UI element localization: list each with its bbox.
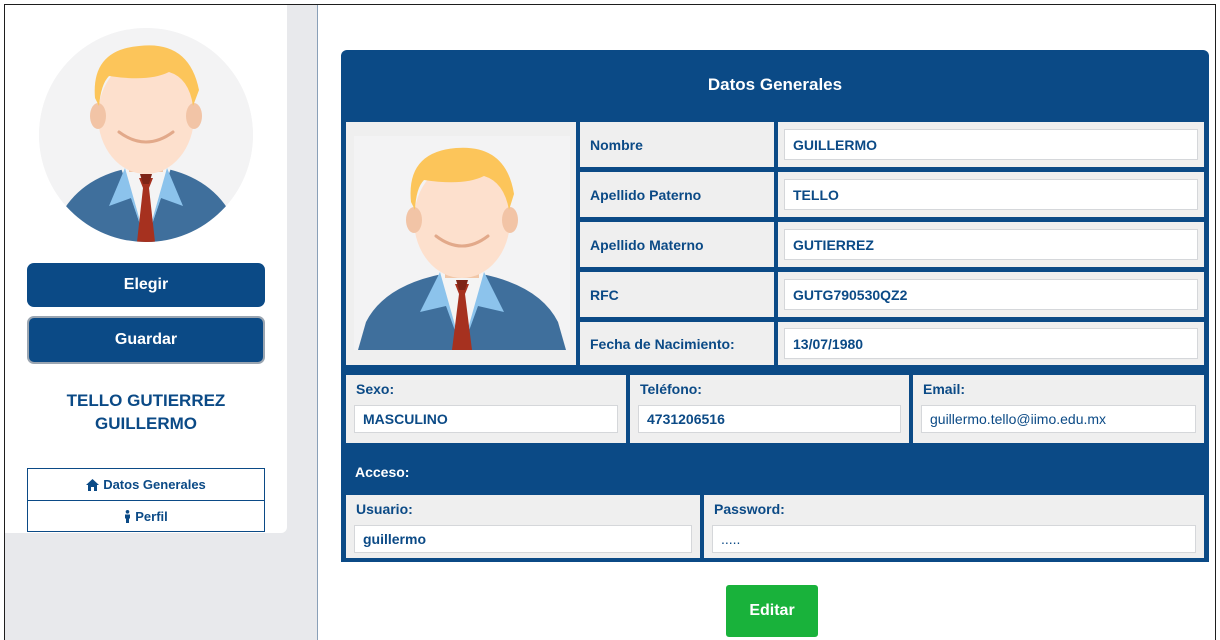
- value-cell-rfc: GUTG790530QZ2: [778, 272, 1204, 317]
- usuario-field[interactable]: guillermo: [354, 525, 692, 553]
- general-data-panel: Datos Generales Nombre GUILLERMO Apellid…: [341, 50, 1209, 562]
- email-field[interactable]: guillermo.tello@iimo.edu.mx: [921, 405, 1196, 433]
- password-cell: Password: .....: [704, 495, 1204, 558]
- value-cell-apellido-materno: GUTIERREZ: [778, 222, 1204, 267]
- sidebar: Elegir Guardar TELLO GUTIERREZ GUILLERMO…: [5, 5, 318, 640]
- email-label: Email:: [923, 381, 966, 397]
- choose-photo-button[interactable]: Elegir: [27, 263, 265, 307]
- telefono-label: Teléfono:: [640, 381, 702, 397]
- email-cell: Email: guillermo.tello@iimo.edu.mx: [913, 375, 1204, 443]
- access-section-label: Acceso:: [355, 464, 410, 480]
- label-rfc: RFC: [580, 272, 774, 317]
- label-fecha-nacimiento: Fecha de Nacimiento:: [580, 322, 774, 365]
- password-field[interactable]: .....: [712, 525, 1196, 553]
- sexo-field[interactable]: MASCULINO: [354, 405, 618, 433]
- app-window: Elegir Guardar TELLO GUTIERREZ GUILLERMO…: [4, 4, 1216, 640]
- person-photo-icon: [354, 136, 570, 350]
- rfc-field[interactable]: GUTG790530QZ2: [784, 279, 1198, 310]
- edit-button[interactable]: Editar: [726, 585, 818, 637]
- photo-cell: [346, 122, 576, 365]
- value-cell-apellido-paterno: TELLO: [778, 172, 1204, 217]
- save-button[interactable]: Guardar: [27, 316, 265, 364]
- nombre-field[interactable]: GUILLERMO: [784, 129, 1198, 160]
- sidebar-item-datos-generales[interactable]: Datos Generales: [28, 469, 264, 500]
- usuario-cell: Usuario: guillermo: [346, 495, 700, 558]
- panel-title: Datos Generales: [707, 75, 843, 94]
- label-apellido-paterno: Apellido Paterno: [580, 172, 774, 217]
- value-cell-fecha-nacimiento: 13/07/1980: [778, 322, 1204, 365]
- sidebar-card: Elegir Guardar TELLO GUTIERREZ GUILLERMO…: [5, 5, 287, 533]
- person-icon: [124, 509, 131, 523]
- label-nombre: Nombre: [580, 122, 774, 167]
- password-label: Password:: [714, 501, 785, 517]
- sidebar-item-perfil[interactable]: Perfil: [28, 500, 264, 531]
- apellido-paterno-field[interactable]: TELLO: [784, 179, 1198, 210]
- telefono-cell: Teléfono: 4731206516: [630, 375, 909, 443]
- value-cell-nombre: GUILLERMO: [778, 122, 1204, 167]
- person-avatar-icon: [39, 28, 253, 242]
- sidebar-nav: Datos Generales Perfil: [27, 468, 265, 532]
- sidebar-item-label: Datos Generales: [103, 477, 206, 492]
- telefono-field[interactable]: 4731206516: [638, 405, 901, 433]
- user-full-name: TELLO GUTIERREZ GUILLERMO: [66, 391, 226, 433]
- sexo-label: Sexo:: [356, 381, 395, 397]
- apellido-materno-field[interactable]: GUTIERREZ: [784, 229, 1198, 260]
- home-icon: [86, 478, 100, 491]
- sexo-cell: Sexo: MASCULINO: [346, 375, 626, 443]
- label-apellido-materno: Apellido Materno: [580, 222, 774, 267]
- fecha-nacimiento-field[interactable]: 13/07/1980: [784, 328, 1198, 359]
- sidebar-item-label: Perfil: [135, 508, 168, 524]
- usuario-label: Usuario:: [356, 501, 413, 517]
